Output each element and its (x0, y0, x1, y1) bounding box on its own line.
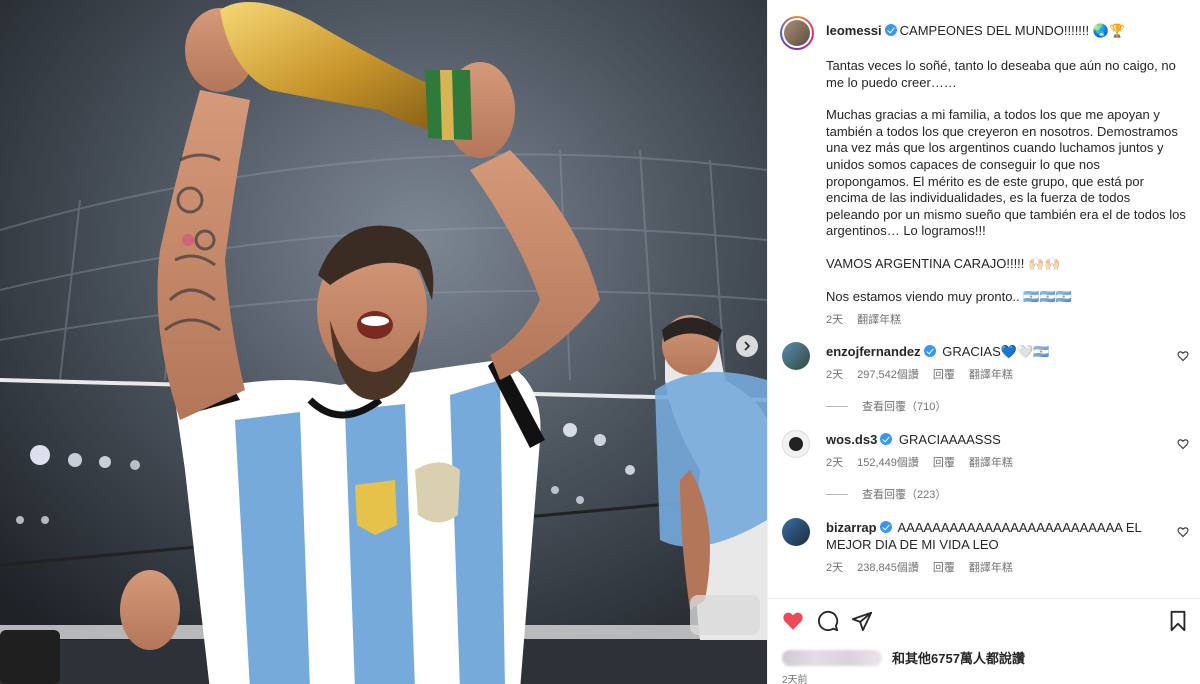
post-sidebar: leomessi CAMPEONES DEL MUNDO!!!!!!! 🌏🏆 Ta… (767, 0, 1200, 684)
caption-time[interactable]: 2天 (826, 311, 843, 327)
caption-paragraph: VAMOS ARGENTINA CARAJO!!!!! 🙌🏻🙌🏻 (826, 255, 1061, 271)
post-actions: 和其他6757萬人都說讚 (768, 598, 1200, 684)
likes-summary[interactable]: 和其他6757萬人都說讚 (782, 648, 1025, 667)
reply-button[interactable]: 回覆 (933, 559, 955, 575)
verified-badge-icon (884, 24, 897, 36)
comment-likes[interactable]: 297,542個讚 (857, 366, 919, 382)
caption-paragraph: Muchas gracias a mi familia, a todos los… (826, 107, 1186, 239)
author-username[interactable]: leomessi (826, 23, 882, 38)
comment-text: GRACIAAAASSS (898, 432, 1001, 447)
post-photo (0, 0, 767, 684)
liker-avatars-blurred (782, 649, 882, 666)
comment-time[interactable]: 2天 (826, 454, 843, 470)
comment-icon[interactable] (817, 610, 839, 632)
translate-link[interactable]: 翻譯年糕 (969, 366, 1013, 382)
posted-time[interactable]: 2天前 (782, 671, 808, 684)
avatar[interactable] (782, 518, 810, 546)
verified-badge-icon (879, 521, 892, 533)
comment-likes[interactable]: 152,449個讚 (857, 454, 919, 470)
avatar[interactable] (782, 342, 810, 370)
post-media[interactable] (0, 0, 767, 684)
caption-paragraph: Tantas veces lo soñé, tanto lo deseaba q… (826, 58, 1176, 90)
caption-title: CAMPEONES DEL MUNDO!!!!!!! 🌏🏆 (899, 23, 1126, 38)
chevron-right-icon (744, 341, 751, 351)
translate-link[interactable]: 翻譯年糕 (969, 559, 1013, 575)
heart-outline-icon[interactable] (1177, 350, 1189, 362)
paper-plane-icon[interactable] (851, 610, 873, 632)
heart-filled-icon[interactable] (782, 610, 804, 632)
comment-time[interactable]: 2天 (826, 559, 843, 575)
view-replies-button[interactable]: 查看回覆（223） (826, 486, 946, 502)
likes-count-text: 和其他6757萬人都說讚 (892, 651, 1025, 666)
comment-text: GRACIAS💙🤍🇦🇷 (942, 344, 1050, 359)
heart-outline-icon[interactable] (1177, 438, 1189, 450)
verified-badge-icon (923, 345, 936, 357)
comment-username[interactable]: enzojfernandez (826, 344, 921, 359)
reply-button[interactable]: 回覆 (933, 366, 955, 382)
bookmark-icon[interactable] (1168, 610, 1188, 632)
comment-time[interactable]: 2天 (826, 366, 843, 382)
comments-scroll[interactable]: leomessi CAMPEONES DEL MUNDO!!!!!!! 🌏🏆 Ta… (768, 0, 1200, 598)
carousel-next-button[interactable] (736, 335, 758, 357)
translate-link[interactable]: 翻譯年糕 (857, 311, 901, 327)
caption-paragraph: Nos estamos viendo muy pronto.. 🇦🇷🇦🇷🇦🇷 (826, 288, 1072, 304)
reply-button[interactable]: 回覆 (933, 454, 955, 470)
view-replies-button[interactable]: 查看回覆（710） (826, 398, 946, 414)
comment-username[interactable]: wos.ds3 (826, 432, 877, 447)
verified-badge-icon (880, 433, 893, 445)
heart-outline-icon[interactable] (1177, 526, 1189, 538)
comment-username[interactable]: bizarrap (826, 520, 877, 535)
translate-link[interactable]: 翻譯年糕 (969, 454, 1013, 470)
comment-likes[interactable]: 238,845個讚 (857, 559, 919, 575)
avatar[interactable] (782, 430, 810, 458)
author-avatar[interactable] (780, 16, 814, 50)
